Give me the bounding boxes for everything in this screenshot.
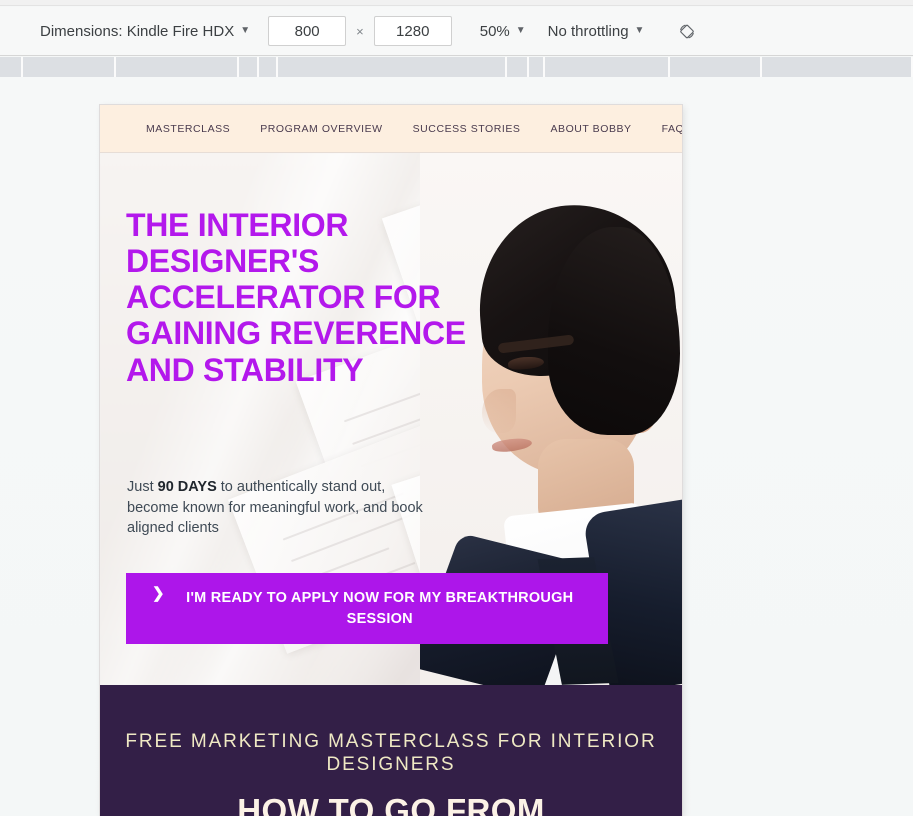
rotate-device-icon [680,24,695,38]
hero-section: The Hous T H E S A M E [100,153,682,685]
ruler-tick [114,57,116,77]
nav-link-success-stories[interactable]: SUCCESS STORIES [413,123,521,135]
apply-now-cta-label: I'M READY TO APPLY NOW FOR MY BREAKTHROU… [186,589,574,627]
dimension-separator: × [356,23,364,39]
ruler-tick [257,57,259,77]
hero-headline: THE INTERIOR DESIGNER'S ACCELERATOR FOR … [126,207,466,388]
chevron-down-icon: ▼ [515,24,526,36]
viewport-height-input[interactable] [373,16,452,46]
apply-now-cta-button[interactable]: ❯ I'M READY TO APPLY NOW FOR MY BREAKTHR… [126,573,608,644]
viewport-width-input[interactable] [268,16,347,46]
rotate-device-button[interactable] [672,16,702,46]
network-throttling-dropdown[interactable]: No throttling ▼ [546,21,647,42]
device-toolbar: Dimensions: Kindle Fire HDX ▼ × 50% ▼ No… [0,7,913,56]
viewport-ruler[interactable] [0,57,913,77]
device-canvas: MASTERCLASS PROGRAM OVERVIEW SUCCESS STORI… [0,77,913,816]
emulated-page-frame: MASTERCLASS PROGRAM OVERVIEW SUCCESS STORI… [100,105,682,816]
chevron-right-icon: ❯ [152,585,165,602]
hero-copy-block: THE INTERIOR DESIGNER'S ACCELERATOR FOR … [100,153,682,685]
hero-subcopy-emphasis: 90 DAYS [157,479,217,495]
ruler-tick [21,57,23,77]
chevron-down-icon: ▼ [240,24,251,36]
network-throttling-label: No throttling [547,22,629,40]
devtools-device-mode: Dimensions: Kindle Fire HDX ▼ × 50% ▼ No… [0,0,913,816]
device-dimensions-dropdown[interactable]: Dimensions: Kindle Fire HDX ▼ [38,21,252,42]
hero-subcopy-lead: Just [127,479,158,495]
ruler-tick [543,57,545,77]
site-navigation: MASTERCLASS PROGRAM OVERVIEW SUCCESS STORI… [100,105,682,153]
ruler-tick [668,57,670,77]
nav-link-faq[interactable]: FAQ [662,123,682,135]
ruler-tick [505,57,507,77]
zoom-level-dropdown[interactable]: 50% ▼ [478,21,528,42]
window-top-edge [0,0,913,6]
masterclass-heading: HOW TO GO FROM [237,792,545,816]
ruler-tick [760,57,762,77]
zoom-level-label: 50% [479,22,510,40]
device-dimensions-label: Dimensions: Kindle Fire HDX [40,22,235,40]
nav-link-about-bobby[interactable]: ABOUT BOBBY [550,123,631,135]
masterclass-kicker: FREE MARKETING MASTERCLASS FOR INTERIOR … [125,731,657,776]
ruler-tick [276,57,278,77]
hero-subcopy: Just 90 DAYS to authentically stand out,… [127,477,427,539]
chevron-down-icon: ▼ [634,24,645,36]
ruler-tick [237,57,239,77]
nav-link-masterclass[interactable]: MASTERCLASS [146,123,230,135]
ruler-tick [527,57,529,77]
nav-link-program-overview[interactable]: PROGRAM OVERVIEW [260,123,382,135]
masterclass-band: FREE MARKETING MASTERCLASS FOR INTERIOR … [100,685,682,816]
